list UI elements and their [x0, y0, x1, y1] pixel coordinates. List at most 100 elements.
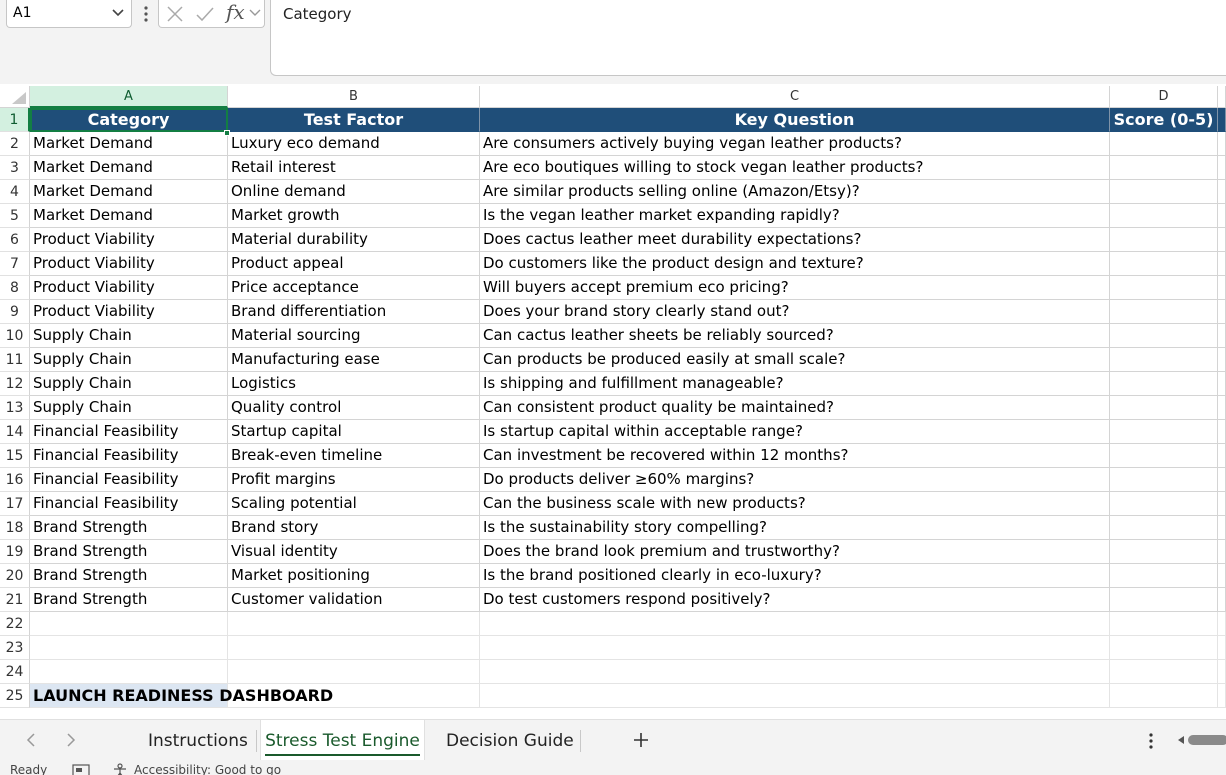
cell-category[interactable]: Market Demand	[30, 132, 228, 156]
chevron-down-icon[interactable]	[249, 8, 261, 18]
cell-key-question[interactable]: Can the business scale with new products…	[480, 492, 1110, 516]
cell-category[interactable]: Product Viability	[30, 228, 228, 252]
row-number[interactable]: 6	[0, 228, 30, 252]
cell-score[interactable]	[1110, 324, 1218, 348]
row-number[interactable]: 3	[0, 156, 30, 180]
cell-key-question[interactable]: Can investment be recovered within 12 mo…	[480, 444, 1110, 468]
cell-category[interactable]: Brand Strength	[30, 516, 228, 540]
cell-test-factor[interactable]: Market growth	[228, 204, 480, 228]
cell-test-factor[interactable]: Market positioning	[228, 564, 480, 588]
cell-category[interactable]: Financial Feasibility	[30, 444, 228, 468]
cell[interactable]	[1110, 660, 1218, 684]
cell-test-factor[interactable]: Customer validation	[228, 588, 480, 612]
next-sheet-icon[interactable]	[64, 732, 78, 748]
sheet-tab-stress-test-engine[interactable]: Stress Test Engine	[260, 720, 425, 760]
dashboard-title[interactable]: LAUNCH READINESS DASHBOARD	[30, 684, 333, 708]
add-sheet-icon[interactable]	[630, 729, 652, 751]
column-header-a[interactable]: A	[30, 86, 228, 108]
cell-key-question[interactable]: Does the brand look premium and trustwor…	[480, 540, 1110, 564]
cell-category[interactable]: Supply Chain	[30, 372, 228, 396]
cell-score[interactable]	[1110, 564, 1218, 588]
fill-handle[interactable]	[224, 130, 230, 136]
cell[interactable]	[1218, 636, 1226, 660]
prev-sheet-icon[interactable]	[24, 732, 38, 748]
column-header-b[interactable]: B	[228, 86, 480, 108]
row-number[interactable]: 5	[0, 204, 30, 228]
cell[interactable]	[1218, 660, 1226, 684]
row-number[interactable]: 25	[0, 684, 30, 708]
cell-key-question[interactable]: Are consumers actively buying vegan leat…	[480, 132, 1110, 156]
row-number[interactable]: 18	[0, 516, 30, 540]
cell-key-question[interactable]: Can cactus leather sheets be reliably so…	[480, 324, 1110, 348]
confirm-check-icon[interactable]	[195, 4, 215, 24]
cell-empty[interactable]	[1218, 348, 1226, 372]
cell-empty[interactable]	[1218, 540, 1226, 564]
row-number[interactable]: 8	[0, 276, 30, 300]
cell-key-question[interactable]: Is the sustainability story compelling?	[480, 516, 1110, 540]
cell-test-factor[interactable]: Luxury eco demand	[228, 132, 480, 156]
cell-test-factor[interactable]: Material durability	[228, 228, 480, 252]
cell-empty[interactable]	[1218, 300, 1226, 324]
cell-empty[interactable]	[1218, 396, 1226, 420]
header-cell-key-question[interactable]: Key Question	[480, 108, 1110, 132]
horizontal-scrollbar[interactable]	[1176, 733, 1226, 747]
row-number[interactable]: 16	[0, 468, 30, 492]
cell-score[interactable]	[1110, 516, 1218, 540]
cell-empty[interactable]	[1218, 588, 1226, 612]
row-number[interactable]: 21	[0, 588, 30, 612]
cell[interactable]	[30, 636, 228, 660]
cell-test-factor[interactable]: Retail interest	[228, 156, 480, 180]
cell-empty[interactable]	[1218, 276, 1226, 300]
cell-key-question[interactable]: Do test customers respond positively?	[480, 588, 1110, 612]
cell-empty[interactable]	[1218, 324, 1226, 348]
cell-empty[interactable]	[480, 684, 1110, 708]
cell-empty[interactable]	[1218, 444, 1226, 468]
cell-score[interactable]	[1110, 396, 1218, 420]
accessibility-icon[interactable]	[112, 763, 130, 775]
cell-empty[interactable]	[1218, 228, 1226, 252]
column-header-e[interactable]	[1218, 86, 1226, 108]
cell-score[interactable]	[1110, 132, 1218, 156]
row-number[interactable]: 1	[0, 108, 30, 132]
row-number[interactable]: 4	[0, 180, 30, 204]
cell-test-factor[interactable]: Logistics	[228, 372, 480, 396]
macro-recording-icon[interactable]	[72, 764, 90, 775]
sheet-tab-decision-guide[interactable]: Decision Guide	[446, 720, 574, 762]
cell-category[interactable]: Market Demand	[30, 204, 228, 228]
cell-empty[interactable]	[1218, 684, 1226, 708]
cell-test-factor[interactable]: Visual identity	[228, 540, 480, 564]
cell-category[interactable]: Supply Chain	[30, 324, 228, 348]
cell[interactable]	[1110, 636, 1218, 660]
cell-score[interactable]	[1110, 228, 1218, 252]
cell[interactable]	[30, 660, 228, 684]
cell-category[interactable]: Financial Feasibility	[30, 420, 228, 444]
cell-category[interactable]: Brand Strength	[30, 540, 228, 564]
row-number[interactable]: 20	[0, 564, 30, 588]
row-number[interactable]: 15	[0, 444, 30, 468]
cell-key-question[interactable]: Can consistent product quality be mainta…	[480, 396, 1110, 420]
cell-key-question[interactable]: Can products be produced easily at small…	[480, 348, 1110, 372]
cell-key-question[interactable]: Are eco boutiques willing to stock vegan…	[480, 156, 1110, 180]
cell-key-question[interactable]: Will buyers accept premium eco pricing?	[480, 276, 1110, 300]
cell[interactable]	[228, 660, 480, 684]
cell[interactable]	[480, 660, 1110, 684]
cell-category[interactable]: Financial Feasibility	[30, 468, 228, 492]
cell-score[interactable]	[1110, 300, 1218, 324]
cell[interactable]	[480, 612, 1110, 636]
cell-score[interactable]	[1110, 180, 1218, 204]
cell-score[interactable]	[1110, 588, 1218, 612]
cell-category[interactable]: Supply Chain	[30, 396, 228, 420]
column-header-c[interactable]: C	[480, 86, 1110, 108]
cell-empty[interactable]	[1218, 180, 1226, 204]
cell-empty[interactable]	[1218, 516, 1226, 540]
cell-key-question[interactable]: Do customers like the product design and…	[480, 252, 1110, 276]
cell-category[interactable]: Product Viability	[30, 252, 228, 276]
cell-score[interactable]	[1110, 348, 1218, 372]
cell-score[interactable]	[1110, 468, 1218, 492]
row-number[interactable]: 23	[0, 636, 30, 660]
row-number[interactable]: 22	[0, 612, 30, 636]
cell-category[interactable]: Brand Strength	[30, 564, 228, 588]
cell-empty[interactable]	[1218, 492, 1226, 516]
cell-score[interactable]	[1110, 156, 1218, 180]
cell[interactable]	[228, 612, 480, 636]
